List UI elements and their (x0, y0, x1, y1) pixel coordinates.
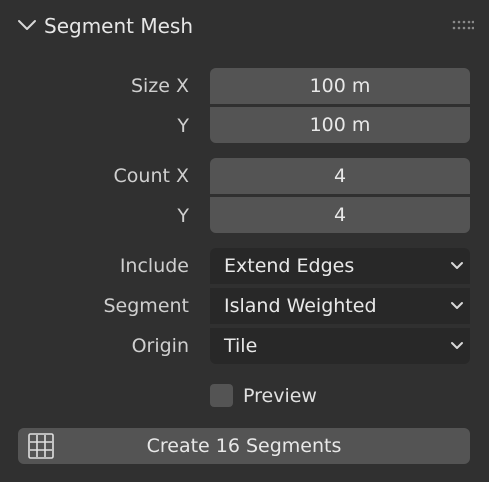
include-label: Include (119, 255, 189, 277)
panel-header[interactable]: Segment Mesh (0, 0, 489, 52)
preview-label[interactable]: Preview (243, 384, 317, 408)
origin-label: Origin (131, 335, 189, 357)
preview-checkbox[interactable] (210, 384, 233, 407)
segment-label: Segment (103, 295, 190, 317)
count-x-label: Count X (113, 165, 189, 187)
count-y-field[interactable]: 4 (210, 197, 470, 233)
include-dropdown[interactable]: Extend Edges (210, 248, 470, 284)
size-x-label: Size X (130, 75, 189, 97)
segment-mesh-panel: Segment Mesh Size X 100 m Y 100 m Count … (0, 0, 489, 482)
size-x-field[interactable]: 100 m (210, 68, 470, 104)
chevron-down-icon (451, 302, 463, 309)
origin-dropdown[interactable]: Tile (210, 328, 470, 364)
create-segments-label: Create 16 Segments (146, 435, 342, 457)
size-y-label: Y (177, 115, 189, 137)
size-y-field[interactable]: 100 m (210, 107, 470, 143)
grip-dots-icon[interactable] (452, 19, 474, 31)
chevron-down-icon[interactable] (17, 18, 37, 32)
segment-value: Island Weighted (224, 295, 377, 317)
include-value: Extend Edges (224, 255, 355, 277)
origin-value: Tile (224, 335, 258, 357)
chevron-down-icon (451, 262, 463, 269)
count-y-label: Y (177, 205, 189, 227)
segment-dropdown[interactable]: Island Weighted (210, 288, 470, 324)
chevron-down-icon (451, 342, 463, 349)
count-x-field[interactable]: 4 (210, 158, 470, 194)
create-segments-button[interactable]: Create 16 Segments (18, 428, 470, 464)
panel-title: Segment Mesh (44, 14, 194, 38)
